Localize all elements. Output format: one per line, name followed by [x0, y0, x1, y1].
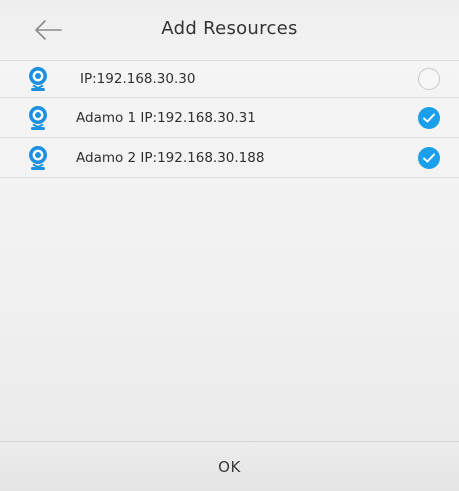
unchecked-circle-icon[interactable] [418, 67, 440, 90]
camera-icon [29, 66, 47, 91]
camera-icon [29, 105, 47, 130]
header-bar: Add Resources [0, 0, 459, 61]
resource-label: Adamo 1 IP:192.168.30.31 [76, 109, 256, 126]
checkmark-icon [423, 153, 435, 162]
checked-circle-icon[interactable] [418, 146, 440, 169]
camera-icon [29, 145, 47, 170]
resource-row[interactable]: Adamo 2 IP:192.168.30.188 [0, 138, 459, 178]
resource-label: Adamo 2 IP:192.168.30.188 [76, 149, 265, 166]
checked-circle-icon[interactable] [418, 106, 440, 129]
resource-list: IP:192.168.30.30 Adamo 1 IP:192.168.30.3… [0, 60, 459, 178]
page-title: Add Resources [161, 18, 298, 39]
add-resources-screen: Add Resources IP:192.168.30.30 Adamo 1 I… [0, 0, 459, 491]
resource-label: IP:192.168.30.30 [80, 70, 196, 87]
checkmark-icon [423, 113, 435, 122]
resource-row[interactable]: IP:192.168.30.30 [0, 60, 459, 98]
footer-bar: OK [0, 441, 459, 491]
ok-button[interactable]: OK [0, 442, 459, 491]
resource-row[interactable]: Adamo 1 IP:192.168.30.31 [0, 98, 459, 138]
